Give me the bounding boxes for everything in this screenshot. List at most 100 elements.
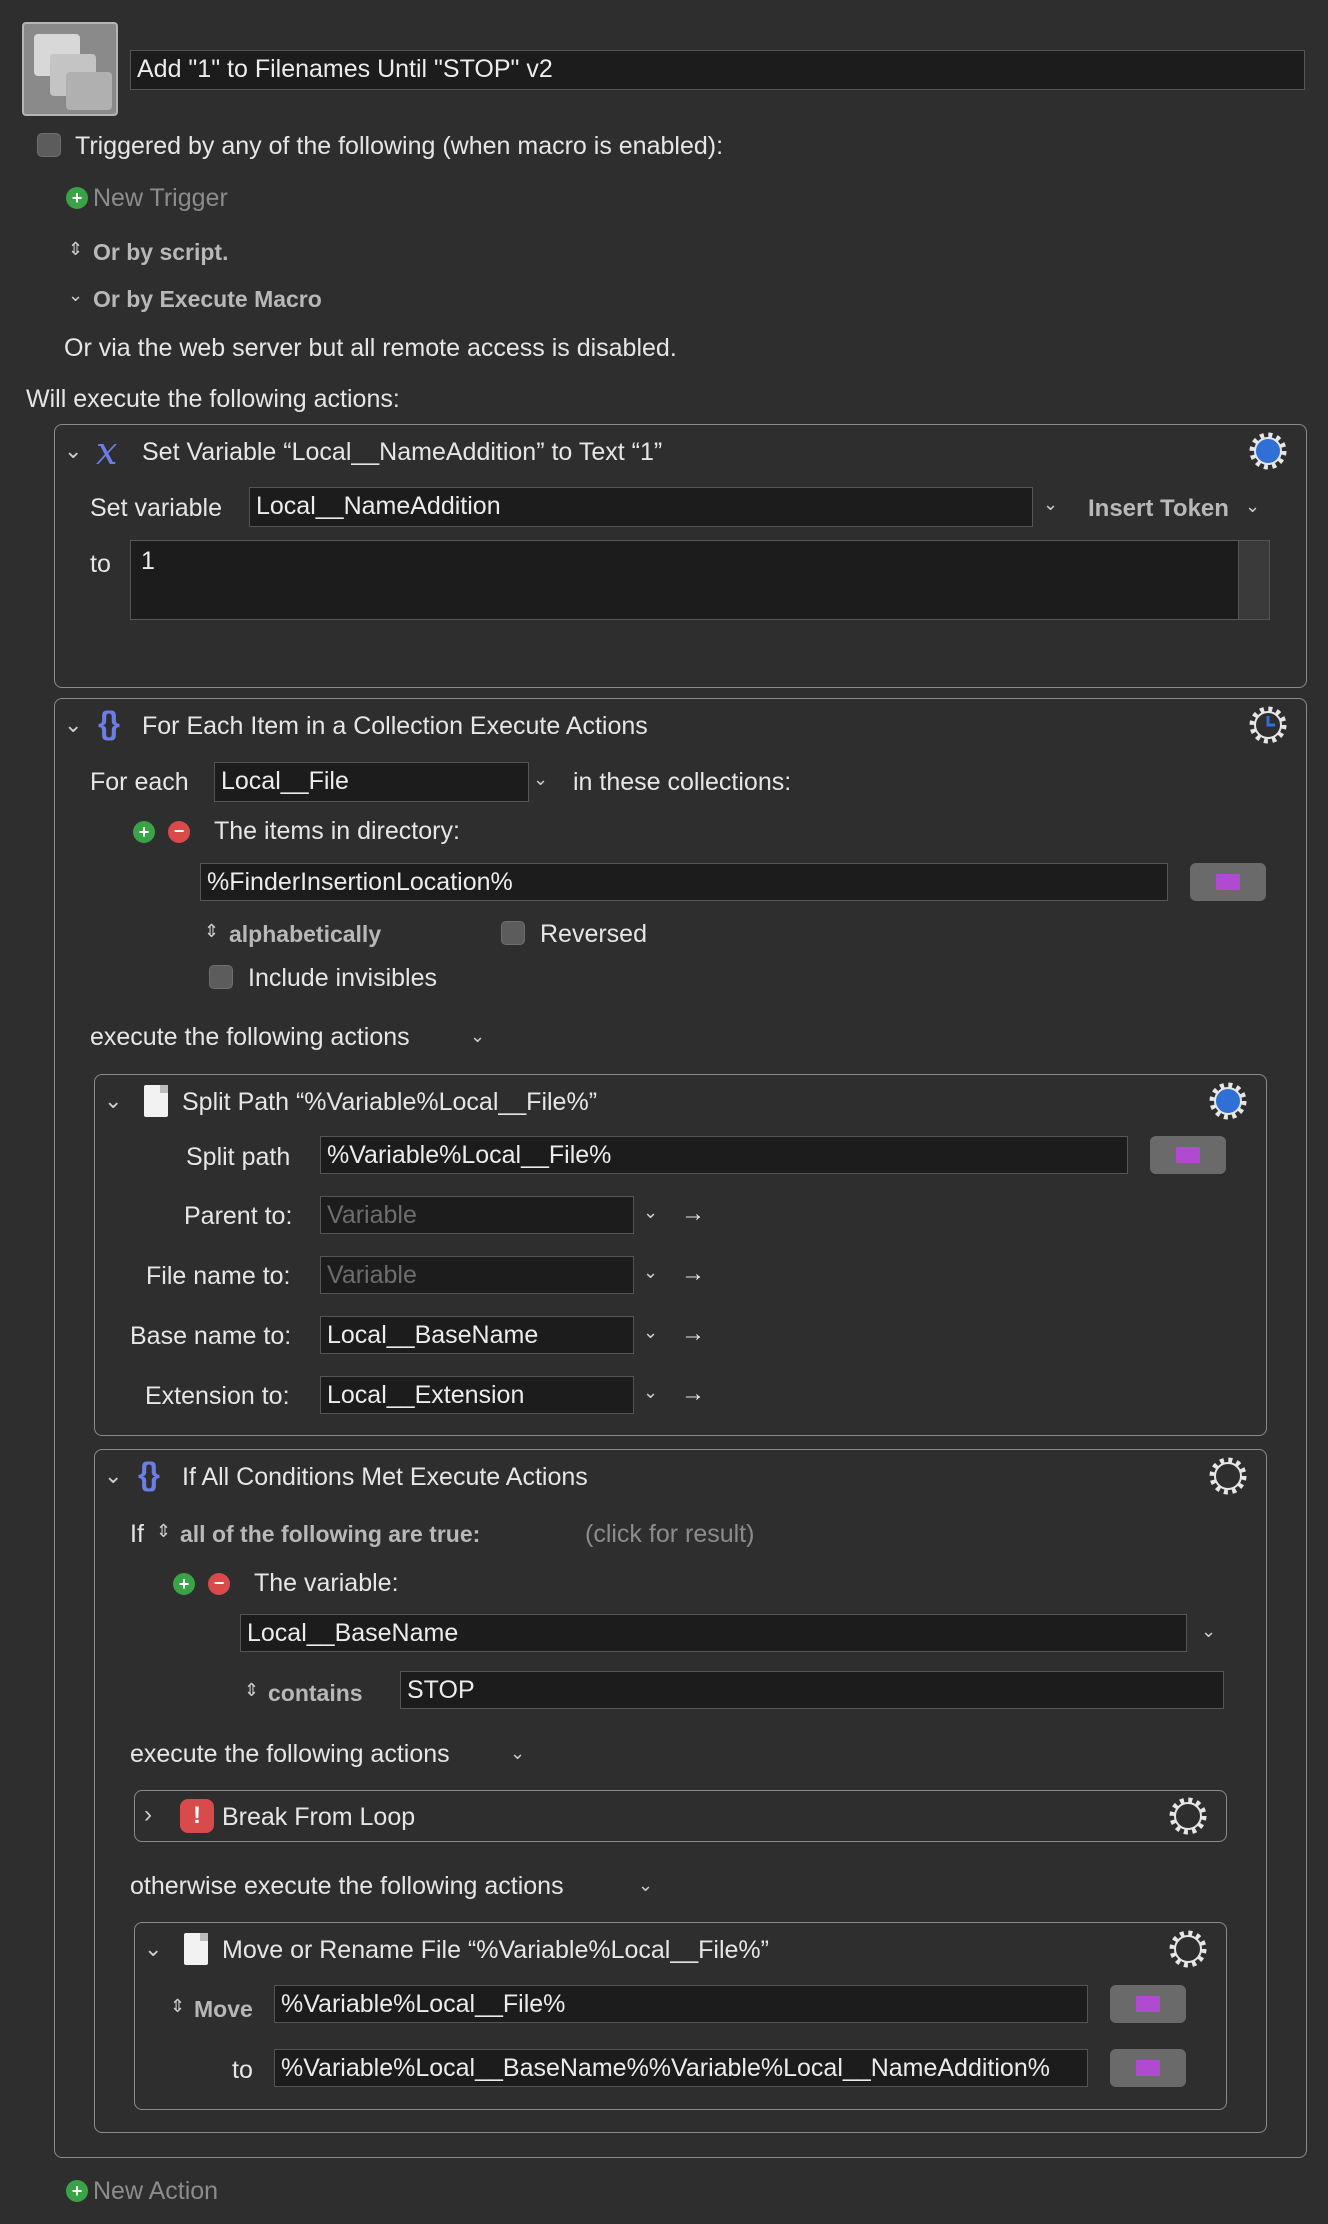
- execute-actions-label: execute the following actions: [130, 1740, 450, 1768]
- execute-actions-label: execute the following actions: [90, 1023, 410, 1051]
- action-title: Split Path “%Variable%Local__File%”: [182, 1088, 598, 1116]
- insert-token-menu[interactable]: Insert Token: [1088, 495, 1229, 523]
- set-variable-field[interactable]: Local__NameAddition: [249, 487, 1033, 527]
- action-title: If All Conditions Met Execute Actions: [182, 1463, 588, 1491]
- variable-dropdown-icon[interactable]: ⌄: [643, 1203, 658, 1221]
- parent-label: Parent to:: [184, 1202, 293, 1230]
- split-path-field[interactable]: %Variable%Local__File%: [320, 1136, 1128, 1174]
- chevron-down-icon[interactable]: ⌄: [510, 1744, 525, 1762]
- variable-dropdown-icon[interactable]: ⌄: [643, 1383, 658, 1401]
- directory-field[interactable]: %FinderInsertionLocation%: [200, 863, 1168, 901]
- expand-chevron-icon[interactable]: ›: [144, 1803, 152, 1827]
- add-collection-icon[interactable]: +: [133, 821, 155, 843]
- gear-icon[interactable]: [1208, 1081, 1248, 1121]
- for-each-label: For each: [90, 768, 189, 796]
- collapse-chevron-icon[interactable]: ⌄: [64, 714, 82, 736]
- reversed-label: Reversed: [540, 920, 647, 948]
- otherwise-actions-label: otherwise execute the following actions: [130, 1872, 564, 1900]
- stepper-icon: ⇕: [244, 1680, 260, 1700]
- web-server-note: Or via the web server but all remote acc…: [64, 334, 677, 362]
- for-each-variable-field[interactable]: Local__File: [214, 762, 529, 802]
- new-trigger-button[interactable]: New Trigger: [93, 184, 228, 213]
- will-execute-label: Will execute the following actions:: [26, 385, 400, 413]
- new-action-plus-icon[interactable]: +: [66, 2180, 88, 2202]
- basename-variable-field[interactable]: Local__BaseName: [320, 1316, 634, 1354]
- token-button[interactable]: [1110, 2049, 1186, 2087]
- arrow-right-icon[interactable]: →: [681, 1262, 705, 1286]
- filename-label: File name to:: [146, 1262, 291, 1290]
- action-title: Break From Loop: [222, 1803, 416, 1831]
- macro-icon[interactable]: [22, 22, 118, 116]
- or-by-script-toggle[interactable]: Or by script.: [93, 239, 228, 266]
- macro-name-field[interactable]: Add "1" to Filenames Until "STOP" v2: [130, 50, 1305, 90]
- include-invisibles-label: Include invisibles: [248, 964, 437, 992]
- set-variable-label: Set variable: [90, 494, 223, 522]
- variable-dropdown-icon[interactable]: ⌄: [1201, 1622, 1216, 1640]
- insert-token-chevron-icon[interactable]: ⌄: [1245, 497, 1260, 515]
- items-in-directory-label: The items in directory:: [214, 817, 460, 845]
- remove-condition-icon[interactable]: −: [208, 1573, 230, 1595]
- trigger-checkbox[interactable]: [37, 133, 61, 157]
- gear-icon[interactable]: [1168, 1929, 1208, 1969]
- extension-variable-field[interactable]: Local__Extension: [320, 1376, 634, 1414]
- move-source-field[interactable]: %Variable%Local__File%: [274, 1985, 1088, 2023]
- textarea-scrollbar[interactable]: [1238, 541, 1269, 619]
- gear-icon[interactable]: [1208, 1456, 1248, 1496]
- new-action-button[interactable]: New Action: [93, 2177, 218, 2206]
- token-button[interactable]: [1150, 1136, 1226, 1174]
- condition-variable-field[interactable]: Local__BaseName: [240, 1614, 1187, 1652]
- add-condition-icon[interactable]: +: [173, 1573, 195, 1595]
- text-value-area[interactable]: 1: [130, 540, 1270, 620]
- collapse-chevron-icon[interactable]: ⌄: [104, 1090, 122, 1112]
- variable-x-icon: 𝑥: [96, 429, 118, 473]
- collapse-chevron-icon[interactable]: ⌄: [104, 1465, 122, 1487]
- stepper-icon: ⇕: [170, 1996, 186, 2016]
- condition-mode-popup[interactable]: all of the following are true:: [180, 1521, 480, 1548]
- chevron-down-icon[interactable]: ⌄: [638, 1876, 653, 1894]
- token-button[interactable]: [1190, 863, 1266, 901]
- filename-variable-field[interactable]: Variable: [320, 1256, 634, 1294]
- action-title: Set Variable “Local__NameAddition” to Te…: [142, 438, 663, 466]
- token-button[interactable]: [1110, 1985, 1186, 2023]
- to-label: to: [232, 2056, 253, 2084]
- stepper-icon: ⇕: [156, 1521, 172, 1541]
- arrow-right-icon[interactable]: →: [681, 1322, 705, 1346]
- gear-icon[interactable]: [1168, 1796, 1208, 1836]
- sort-order-popup[interactable]: alphabetically: [229, 921, 381, 948]
- condition-value-field[interactable]: STOP: [400, 1671, 1224, 1709]
- to-label: to: [90, 550, 111, 578]
- gear-clock-icon[interactable]: [1248, 705, 1288, 745]
- alert-icon: !: [180, 1799, 214, 1833]
- move-destination-field[interactable]: %Variable%Local__BaseName%%Variable%Loca…: [274, 2049, 1088, 2087]
- variable-dropdown-icon[interactable]: ⌄: [533, 770, 548, 788]
- chevron-down-icon[interactable]: ⌄: [470, 1027, 485, 1045]
- in-collections-label: in these collections:: [573, 768, 792, 796]
- move-mode-popup[interactable]: Move: [194, 1996, 253, 2023]
- new-trigger-plus-icon[interactable]: +: [66, 187, 88, 209]
- document-icon: [144, 1085, 168, 1117]
- parent-variable-field[interactable]: Variable: [320, 1196, 634, 1234]
- the-variable-label: The variable:: [254, 1569, 399, 1597]
- collapse-chevron-icon[interactable]: ⌄: [144, 1938, 162, 1960]
- document-icon: [184, 1933, 208, 1965]
- action-title: For Each Item in a Collection Execute Ac…: [142, 712, 648, 740]
- arrow-right-icon[interactable]: →: [681, 1382, 705, 1406]
- basename-label: Base name to:: [130, 1322, 292, 1350]
- variable-dropdown-icon[interactable]: ⌄: [1043, 495, 1058, 513]
- chevron-down-icon[interactable]: ⌄: [68, 286, 83, 304]
- split-path-label: Split path: [186, 1143, 291, 1171]
- gear-icon[interactable]: [1248, 431, 1288, 471]
- or-by-execute-toggle[interactable]: Or by Execute Macro: [93, 286, 322, 313]
- variable-dropdown-icon[interactable]: ⌄: [643, 1323, 658, 1341]
- reversed-checkbox[interactable]: [501, 921, 525, 945]
- stepper-icon: ⇕: [68, 239, 84, 259]
- braces-icon: {}: [98, 705, 120, 741]
- arrow-right-icon[interactable]: →: [681, 1202, 705, 1226]
- include-invisibles-checkbox[interactable]: [209, 965, 233, 989]
- operator-popup[interactable]: contains: [268, 1680, 363, 1707]
- collapse-chevron-icon[interactable]: ⌄: [64, 440, 82, 462]
- variable-dropdown-icon[interactable]: ⌄: [643, 1263, 658, 1281]
- remove-collection-icon[interactable]: −: [168, 821, 190, 843]
- click-for-result[interactable]: (click for result): [585, 1520, 754, 1549]
- trigger-label: Triggered by any of the following (when …: [75, 132, 724, 160]
